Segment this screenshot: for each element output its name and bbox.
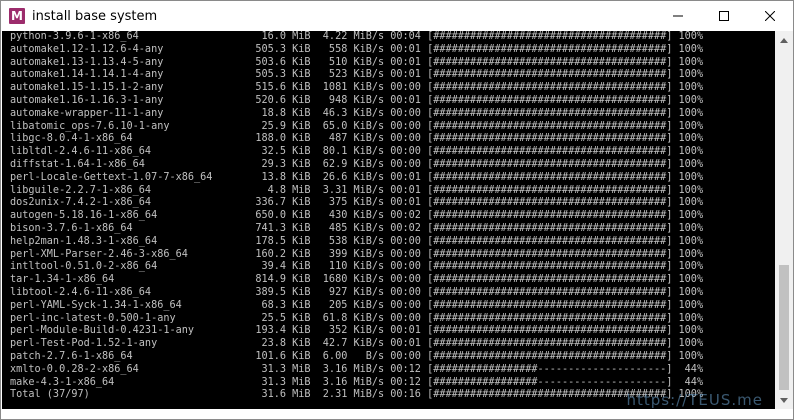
scroll-up-button[interactable]	[775, 31, 793, 48]
terminal-line: libtool-2.4.6-11-x86_64 389.5 KiB 927 Ki…	[10, 286, 704, 298]
watermark: https://TEUS.me	[626, 391, 763, 409]
terminal-line: automake1.15-1.15.1-2-any 515.6 KiB 1081…	[10, 82, 704, 94]
terminal-line: automake1.16-1.16.3-1-any 520.6 KiB 948 …	[10, 94, 704, 106]
close-icon	[765, 11, 775, 21]
terminal-line: libguile-2.2.7-1-x86_64 4.8 MiB 3.31 MiB…	[10, 184, 704, 196]
terminal-line: tar-1.34-1-x86_64 814.9 KiB 1680 KiB/s 0…	[10, 274, 704, 286]
terminal-line: automake-wrapper-11-1-any 18.8 KiB 46.3 …	[10, 107, 704, 119]
terminal-line: perl-YAML-Syck-1.34-1-x86_64 68.3 KiB 20…	[10, 299, 704, 311]
chevron-down-icon	[780, 397, 788, 403]
terminal-line: automake1.14-1.14.1-4-any 505.3 KiB 523 …	[10, 69, 704, 81]
terminal-line: libatomic_ops-7.6.10-1-any 25.9 KiB 65.0…	[10, 120, 704, 132]
close-button[interactable]	[747, 1, 793, 31]
terminal-line: perl-XML-Parser-2.46-3-x86_64 160.2 KiB …	[10, 248, 704, 260]
terminal-line: patch-2.7.6-1-x86_64 101.6 KiB 6.00 B/s …	[10, 350, 704, 362]
minimize-icon	[673, 15, 683, 17]
terminal-line: intltool-0.51.0-2-x86_64 39.4 KiB 110 Ki…	[10, 261, 704, 273]
msys2-m-icon[interactable]: M	[9, 8, 25, 24]
terminal-line: diffstat-1.64-1-x86_64 29.3 KiB 62.9 KiB…	[10, 158, 704, 170]
terminal-line: libgc-8.0.4-1-x86_64 188.0 KiB 487 KiB/s…	[10, 133, 704, 145]
maximize-button[interactable]	[701, 1, 747, 31]
title-bar[interactable]: M install base system	[1, 1, 793, 31]
scroll-down-button[interactable]	[775, 392, 793, 409]
terminal-line: perl-Test-Pod-1.52-1-any 23.8 KiB 42.7 K…	[10, 338, 704, 350]
terminal-line: perl-Locale-Gettext-1.07-7-x86_64 13.8 K…	[10, 171, 704, 183]
terminal-line: dos2unix-7.4.2-1-x86_64 336.7 KiB 375 Ki…	[10, 197, 704, 209]
window-controls	[655, 1, 793, 31]
terminal-line: perl-Module-Build-0.4231-1-any 193.4 KiB…	[10, 325, 704, 337]
terminal-line: automake1.12-1.12.6-4-any 505.3 KiB 558 …	[10, 43, 704, 55]
terminal-line: Total (37/97) 31.6 MiB 2.31 MiB/s 00:16 …	[10, 389, 704, 401]
window-title: install base system	[32, 8, 158, 24]
terminal-line: perl-inc-latest-0.500-1-any 25.5 KiB 61.…	[10, 312, 704, 324]
terminal-lines: python-3.9.6-1-x86_64 16.0 MiB 4.22 MiB/…	[10, 31, 703, 402]
terminal-line: automake1.13-1.13.4-5-any 503.6 KiB 510 …	[10, 56, 704, 68]
chevron-up-icon	[780, 37, 788, 43]
terminal-line: make-4.3-1-x86_64 31.3 MiB 3.16 MiB/s 00…	[10, 376, 704, 388]
vertical-scrollbar[interactable]	[775, 31, 793, 409]
terminal-output[interactable]: python-3.9.6-1-x86_64 16.0 MiB 4.22 MiB/…	[2, 31, 775, 409]
terminal-line: autogen-5.18.16-1-x86_64 650.0 KiB 430 K…	[10, 210, 704, 222]
terminal-line: help2man-1.48.3-1-x86_64 178.5 KiB 538 K…	[10, 235, 704, 247]
minimize-button[interactable]	[655, 1, 701, 31]
terminal-line: python-3.9.6-1-x86_64 16.0 MiB 4.22 MiB/…	[10, 31, 704, 42]
terminal-line: libltdl-2.4.6-11-x86_64 32.5 KiB 80.1 Ki…	[10, 146, 704, 158]
terminal-line: bison-3.7.6-1-x86_64 741.3 KiB 485 KiB/s…	[10, 222, 704, 234]
maximize-icon	[719, 11, 729, 21]
scrollbar-thumb[interactable]	[779, 265, 789, 390]
terminal-line: xmlto-0.0.28-2-x86_64 31.3 MiB 3.16 MiB/…	[10, 363, 704, 375]
terminal-window: M install base system python-3.9.6-1-x86…	[0, 0, 794, 420]
